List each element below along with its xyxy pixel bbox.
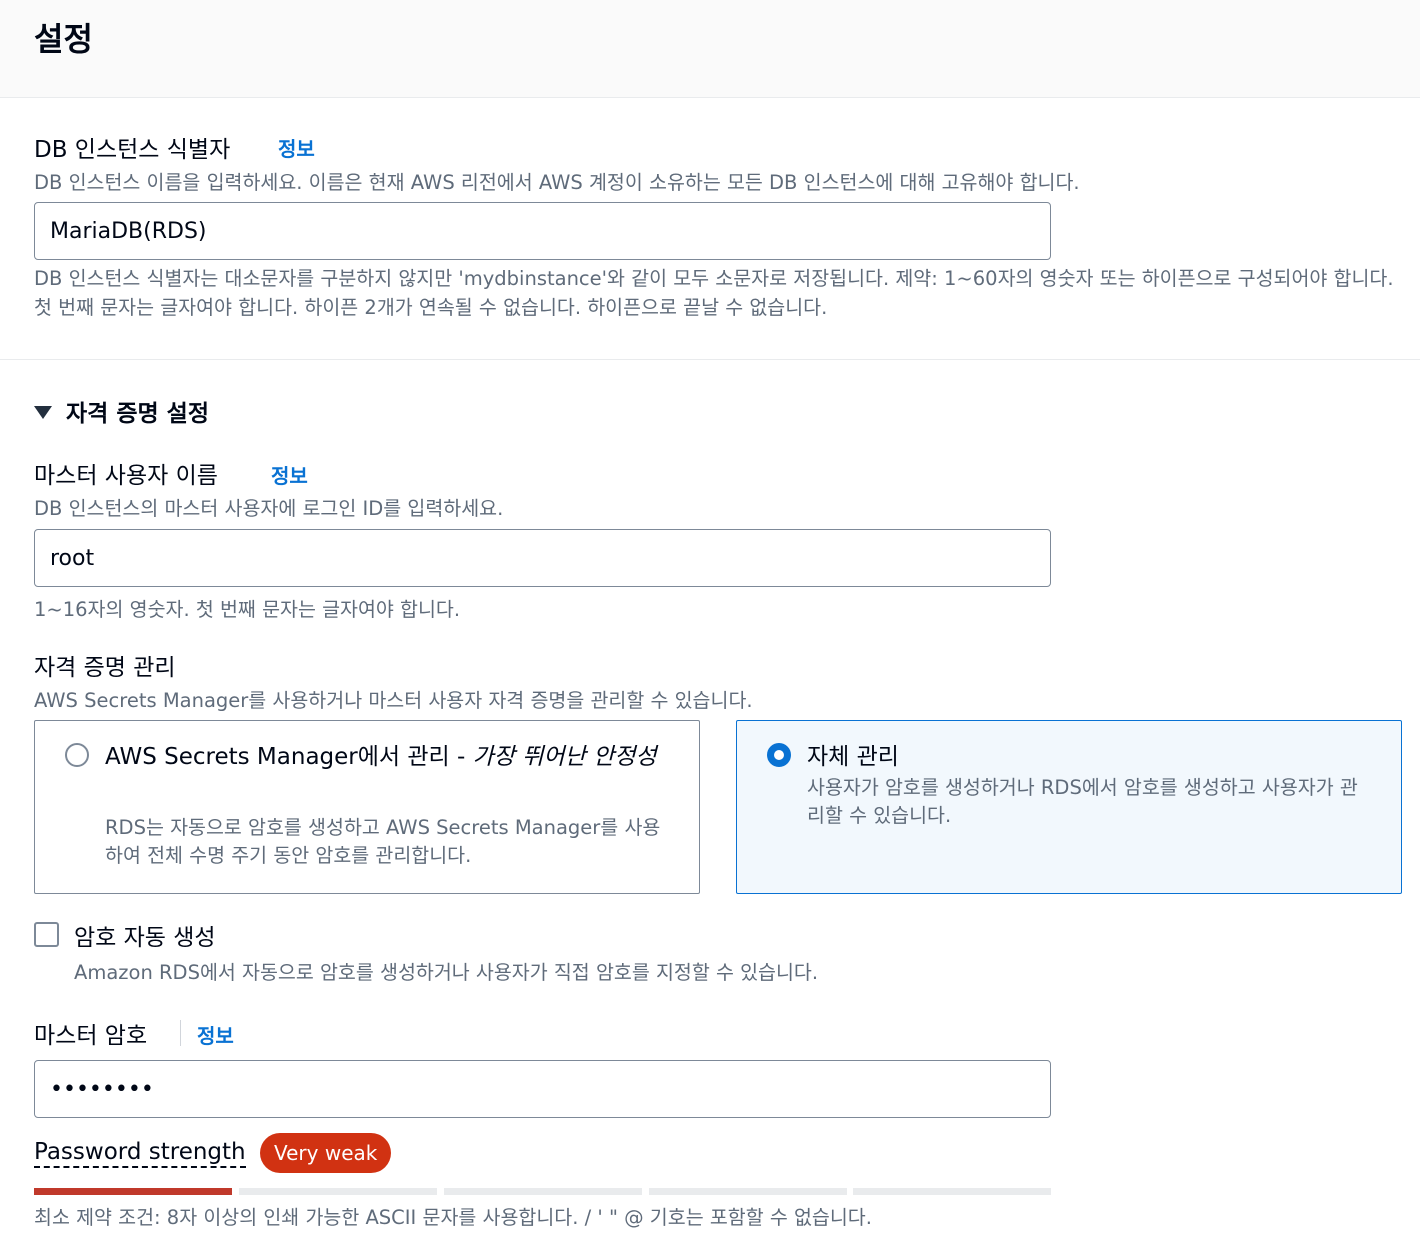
auto-generate-description: Amazon RDS에서 자동으로 암호를 생성하거나 사용자가 직접 암호를 …: [74, 961, 819, 984]
option-secrets-manager-emphasis: 가장 뛰어난 안정성: [472, 744, 657, 770]
credentials-section-title: 자격 증명 설정: [66, 401, 209, 427]
master-username-info-link[interactable]: 정보: [271, 460, 308, 489]
master-password-info-link[interactable]: 정보: [197, 1020, 234, 1049]
auto-generate-label[interactable]: 암호 자동 생성: [74, 918, 216, 952]
radio-self-managed[interactable]: [767, 743, 791, 767]
strength-bar-segment-3: [444, 1188, 642, 1195]
db-identifier-constraint: DB 인스턴스 식별자는 대소문자를 구분하지 않지만 'mydbinstanc…: [34, 267, 1394, 319]
credential-management-label: 자격 증명 관리: [34, 655, 176, 681]
auto-generate-checkbox[interactable]: [34, 922, 59, 947]
page-title: 설정: [34, 20, 93, 58]
password-strength-badge: Very weak: [260, 1133, 392, 1173]
credentials-section-toggle[interactable]: 자격 증명 설정: [34, 394, 209, 428]
master-password-constraint: 최소 제약 조건: 8자 이상의 인쇄 가능한 ASCII 문자를 사용합니다.…: [34, 1206, 872, 1229]
option-secrets-manager-description: RDS는 자동으로 암호를 생성하고 AWS Secrets Manager를 …: [105, 816, 661, 867]
master-username-input[interactable]: [34, 529, 1051, 587]
db-identifier-input[interactable]: [34, 202, 1051, 260]
master-username-constraint: 1~16자의 영숫자. 첫 번째 문자는 글자여야 합니다.: [34, 598, 461, 621]
caret-down-icon: [34, 406, 52, 419]
master-username-label: 마스터 사용자 이름: [34, 463, 218, 489]
option-self-managed[interactable]: 자체 관리 사용자가 암호를 생성하거나 RDS에서 암호를 생성하고 사용자가…: [736, 720, 1402, 894]
strength-bar-segment-2: [239, 1188, 437, 1195]
section-divider: [0, 359, 1420, 360]
strength-bar-segment-4: [649, 1188, 847, 1195]
option-self-managed-description: 사용자가 암호를 생성하거나 RDS에서 암호를 생성하고 사용자가 관리할 수…: [807, 776, 1358, 827]
strength-bar-segment-1: [34, 1188, 232, 1195]
master-password-input[interactable]: [34, 1060, 1051, 1118]
password-strength-label[interactable]: Password strength: [34, 1138, 246, 1168]
strength-bar-segment-5: [853, 1188, 1051, 1195]
radio-secrets-manager[interactable]: [65, 743, 89, 767]
option-secrets-manager-title-text: AWS Secrets Manager에서 관리 -: [105, 744, 466, 770]
credential-management-description: AWS Secrets Manager를 사용하거나 마스터 사용자 자격 증명…: [34, 689, 753, 712]
master-password-label: 마스터 암호: [34, 1023, 148, 1049]
option-secrets-manager[interactable]: AWS Secrets Manager에서 관리 - 가장 뛰어난 안정성 RD…: [34, 720, 700, 894]
db-identifier-label: DB 인스턴스 식별자: [34, 137, 231, 163]
db-identifier-info-link[interactable]: 정보: [278, 133, 315, 162]
db-identifier-description: DB 인스턴스 이름을 입력하세요. 이름은 현재 AWS 리전에서 AWS 계…: [34, 171, 1080, 194]
settings-header: 설정: [0, 0, 1420, 98]
master-username-description: DB 인스턴스의 마스터 사용자에 로그인 ID를 입력하세요.: [34, 497, 504, 520]
label-separator: [180, 1020, 181, 1046]
option-secrets-manager-title: AWS Secrets Manager에서 관리 - 가장 뛰어난 안정성: [105, 738, 675, 776]
option-self-managed-title: 자체 관리: [807, 744, 899, 770]
